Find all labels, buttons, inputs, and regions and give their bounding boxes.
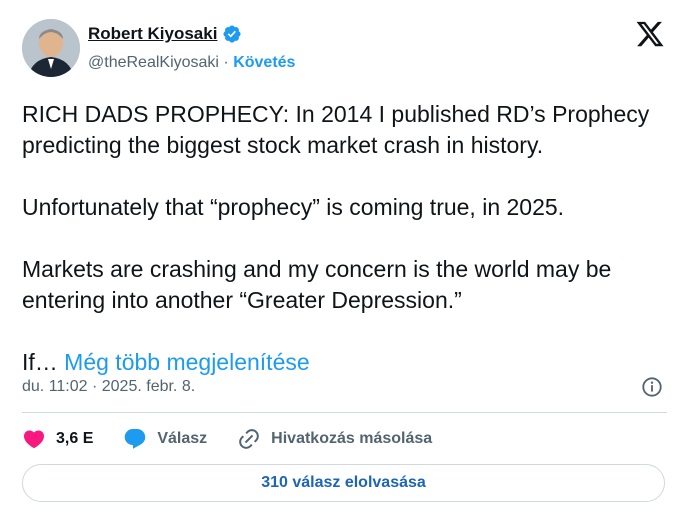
avatar[interactable] — [22, 19, 80, 77]
read-replies-button[interactable]: 310 válasz elolvasása — [22, 464, 665, 502]
info-icon[interactable] — [641, 376, 663, 398]
divider — [22, 412, 667, 413]
speech-bubble-icon — [125, 429, 146, 449]
author-handle[interactable]: @theRealKiyosaki — [88, 54, 219, 71]
tweet-paragraph-3: Markets are crashing and my concern is t… — [22, 256, 612, 313]
follow-button[interactable]: Követés — [233, 54, 295, 71]
copy-link-button[interactable]: Hivatkozás másolása — [237, 427, 432, 451]
copy-link-label: Hivatkozás másolása — [271, 430, 433, 447]
tweet-text: RICH DADS PROPHECY: In 2014 I published … — [22, 99, 672, 378]
tweet-card: Robert Kiyosaki @theRealKiyosaki · Követ… — [4, 4, 673, 507]
author-name-row: Robert Kiyosaki — [88, 24, 242, 44]
heart-icon — [23, 430, 45, 449]
like-button[interactable]: 3,6 E — [22, 427, 93, 451]
tweet-paragraph-2: Unfortunately that “prophecy” is coming … — [22, 194, 565, 220]
verified-badge-icon — [222, 24, 242, 44]
handle-row: @theRealKiyosaki · Követés — [88, 54, 295, 72]
x-logo-icon[interactable] — [635, 19, 665, 49]
separator: · — [223, 54, 229, 71]
truncated-text: If… — [22, 349, 58, 375]
reply-button[interactable]: Válasz — [123, 427, 207, 451]
tweet-paragraph-1: RICH DADS PROPHECY: In 2014 I published … — [22, 101, 650, 158]
action-bar: 3,6 E Válasz Hivatkozás másolása — [22, 425, 462, 453]
show-more-link[interactable]: Még több megjelenítése — [64, 349, 310, 375]
author-name[interactable]: Robert Kiyosaki — [88, 24, 217, 44]
link-icon — [239, 429, 259, 449]
like-count: 3,6 E — [56, 430, 94, 447]
reply-label: Válasz — [157, 430, 208, 447]
timestamp[interactable]: du. 11:02 · 2025. febr. 8. — [22, 378, 195, 396]
tweet-paragraph-4: If… Még több megjelenítése — [22, 347, 672, 378]
